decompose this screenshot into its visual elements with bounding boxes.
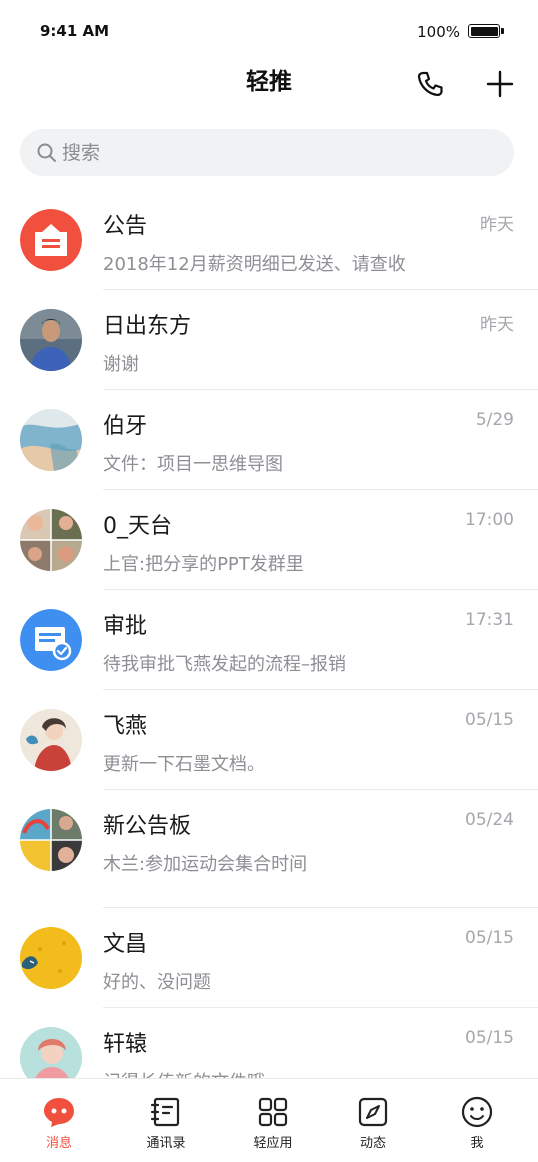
tab-label: 消息 [45,1136,72,1151]
chat-bubble-icon [44,1098,74,1127]
conversation-item[interactable]: 审批 17:31 待我审批飞燕发起的流程–报销 [0,590,538,690]
conversation-preview: 好的、没问题 [103,972,211,993]
search-input[interactable] [62,129,492,176]
phone-icon[interactable] [414,68,446,100]
messages-screen: 9:41 AM 100% 轻推 搜索 公告 昨天 2018年12月薪资明细已发送… [0,0,538,1162]
conversation-time: 05/24 [465,810,514,830]
conversation-name: 日出东方 [103,314,192,339]
conversation-item[interactable]: 0_天台 17:00 上官:把分享的PPT发群里 [0,490,538,590]
status-time: 9:41 AM [40,22,110,40]
tab-moments[interactable]: 动态 [319,1079,427,1162]
search-bar[interactable] [20,129,514,176]
apps-grid-icon [258,1097,288,1127]
user-avatar [20,309,82,371]
conversation-name: 0_天台 [103,514,172,539]
conversation-time: 05/15 [465,710,514,730]
battery-percentage: 100% [417,23,460,41]
user-avatar [20,927,82,989]
contacts-icon [150,1097,180,1127]
conversation-time: 5/29 [475,410,514,430]
tab-messages[interactable]: 消息 [5,1079,113,1162]
conversation-name: 飞燕 [103,714,148,739]
tab-me[interactable]: 我 [423,1079,531,1162]
conversation-item[interactable]: 伯牙 5/29 文件：项目一思维导图 [0,390,538,490]
conversation-item[interactable]: 轩辕 05/15 记得长传新的文件哦 [0,1008,538,1078]
page-title: 轻推 [246,69,292,95]
bottom-tab-bar: 消息 通讯录 轻应用 动态 我 [0,1078,538,1162]
tab-label: 我 [470,1136,484,1151]
conversation-name: 新公告板 [103,814,192,839]
conversation-item[interactable]: 飞燕 05/15 更新一下石墨文档。 [0,690,538,790]
conversation-time: 昨天 [480,315,514,335]
conversation-item[interactable]: 公告 昨天 2018年12月薪资明细已发送、请查收 [0,190,538,290]
group-avatar [20,509,82,571]
conversation-time: 17:00 [465,510,514,530]
tab-contacts[interactable]: 通讯录 [112,1079,220,1162]
app-header: 轻推 [0,56,538,112]
tab-label: 动态 [359,1136,386,1151]
conversation-time: 05/15 [465,1028,514,1048]
conversation-time: 17:31 [465,610,514,630]
conversation-preview: 木兰:参加运动会集合时间 [103,854,308,875]
conversation-list: 公告 昨天 2018年12月薪资明细已发送、请查收 日出东方 昨天 谢谢 伯牙 … [0,190,538,1078]
conversation-name: 轩辕 [103,1032,148,1057]
conversation-item[interactable]: 日出东方 昨天 谢谢 [0,290,538,390]
user-avatar [20,709,82,771]
conversation-preview: 谢谢 [103,354,139,375]
conversation-preview: 待我审批飞燕发起的流程–报销 [103,654,346,675]
conversation-name: 公告 [103,214,148,239]
conversation-preview: 记得长传新的文件哦 [103,1068,265,1078]
conversation-preview: 文件：项目一思维导图 [103,454,283,475]
conversation-time: 昨天 [480,215,514,235]
user-avatar [20,409,82,471]
tab-label: 轻应用 [253,1136,293,1151]
conversation-time: 05/15 [465,928,514,948]
conversation-name: 伯牙 [103,414,148,439]
approval-icon [20,609,82,671]
conversation-item[interactable]: 文昌 05/15 好的、没问题 [0,908,538,1008]
conversation-preview: 2018年12月薪资明细已发送、请查收 [103,254,406,275]
tab-light-apps[interactable]: 轻应用 [219,1079,327,1162]
conversation-preview: 更新一下石墨文档。 [103,754,265,775]
battery-icon [468,24,504,38]
smiley-icon [461,1096,493,1128]
announcement-icon [20,209,82,271]
compass-icon [358,1097,388,1127]
search-icon [37,143,56,162]
user-avatar [20,1027,82,1078]
status-bar: 9:41 AM 100% [0,0,538,60]
conversation-preview: 上官:把分享的PPT发群里 [103,554,304,575]
conversation-name: 文昌 [103,932,148,957]
tab-label: 通讯录 [146,1136,186,1151]
conversation-name: 审批 [103,614,148,639]
plus-icon[interactable] [484,68,516,100]
conversation-item[interactable]: 新公告板 05/24 木兰:参加运动会集合时间 [0,790,538,908]
group-avatar [20,809,82,871]
